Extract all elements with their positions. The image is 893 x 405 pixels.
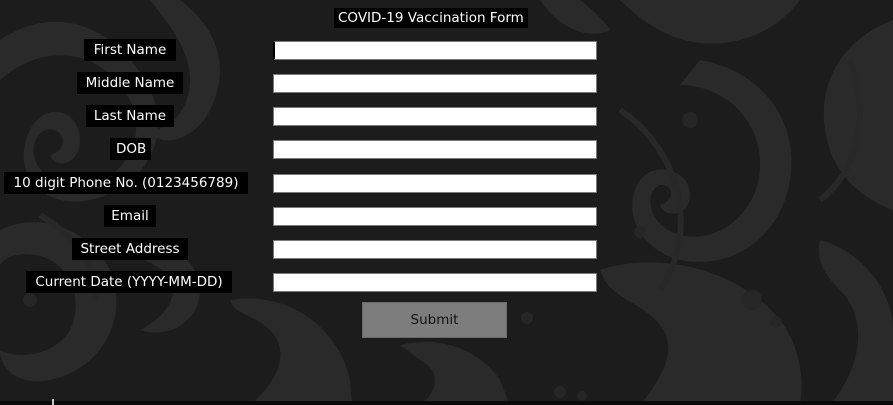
- dob-field[interactable]: [273, 140, 597, 159]
- current-date-label: Current Date (YYYY-MM-DD): [26, 271, 232, 293]
- submit-button[interactable]: Submit: [362, 302, 507, 338]
- email-field[interactable]: [273, 207, 597, 226]
- street-address-label: Street Address: [72, 238, 188, 260]
- middle-name-field[interactable]: [273, 74, 597, 93]
- vaccination-form-window: COVID-19 Vaccination Form First Name Mid…: [0, 0, 893, 405]
- middle-name-label: Middle Name: [77, 72, 183, 94]
- phone-label: 10 digit Phone No. (0123456789): [4, 172, 248, 194]
- last-name-label: Last Name: [86, 105, 174, 127]
- last-name-field[interactable]: [273, 107, 597, 126]
- phone-field[interactable]: [273, 174, 597, 193]
- current-date-field[interactable]: [273, 273, 597, 292]
- resize-grip: [52, 399, 54, 405]
- email-label: Email: [104, 205, 156, 227]
- form-title: COVID-19 Vaccination Form: [334, 8, 528, 28]
- street-address-field[interactable]: [273, 240, 597, 259]
- dob-label: DOB: [110, 138, 151, 160]
- first-name-field[interactable]: [273, 41, 597, 60]
- first-name-label: First Name: [84, 39, 176, 61]
- window-bottom-edge: [0, 401, 893, 405]
